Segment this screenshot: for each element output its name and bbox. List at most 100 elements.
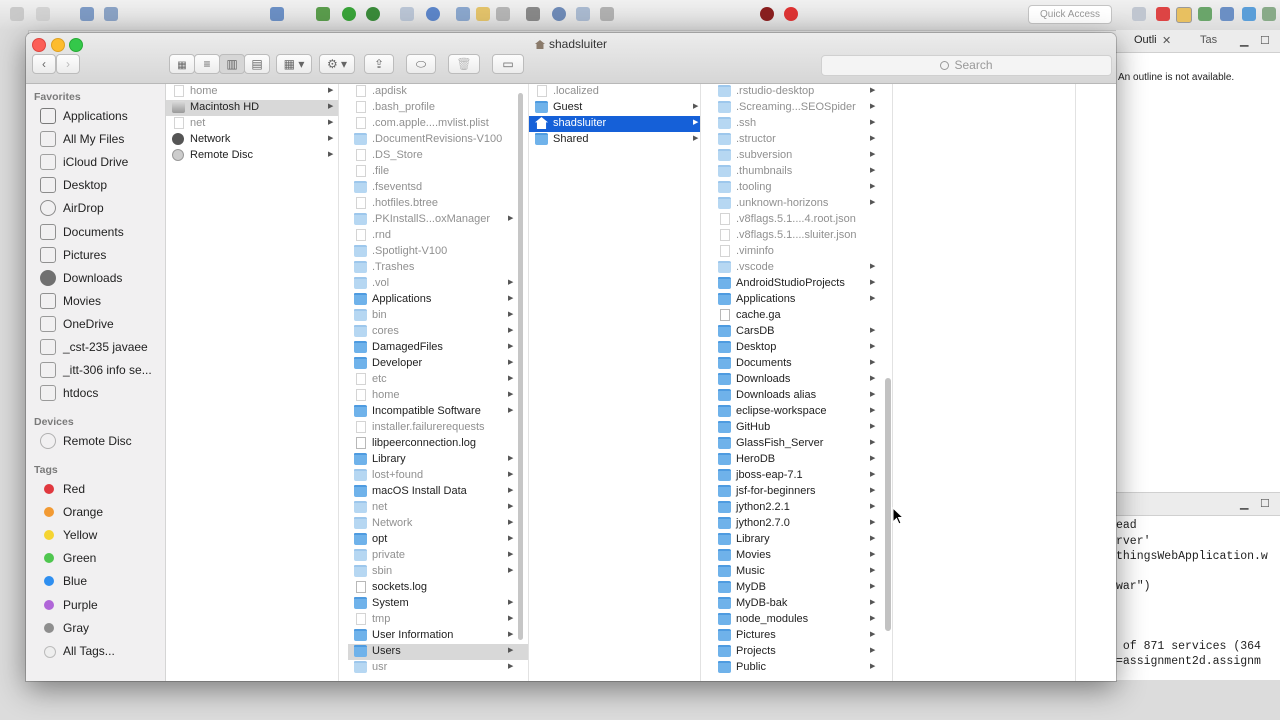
file-row[interactable]: sockets.log <box>348 580 528 596</box>
icon-view-button[interactable]: ▦ <box>169 54 195 74</box>
sidebar-item-desktop[interactable]: Desktop <box>40 175 160 195</box>
web-browser-icon[interactable] <box>552 7 566 21</box>
column-scrollbar[interactable] <box>885 378 891 631</box>
search-tool-icon[interactable] <box>496 7 510 21</box>
file-row[interactable]: net ▶ <box>166 116 338 132</box>
back-button[interactable]: ‹ <box>32 54 56 74</box>
column-scrollbar[interactable] <box>518 93 523 640</box>
resource-perspective-icon[interactable] <box>1242 7 1256 21</box>
column-view-button[interactable]: ▥ <box>219 54 245 74</box>
folder-row[interactable]: GlassFish_Server ▶ <box>712 436 884 452</box>
debug-icon[interactable] <box>316 7 330 21</box>
forward-button[interactable]: › <box>56 54 80 74</box>
folder-row[interactable]: Documents ▶ <box>712 356 884 372</box>
quick-access-input[interactable]: Quick Access <box>1028 5 1112 24</box>
file-row[interactable]: etc ▶ <box>348 372 528 388</box>
folder-row[interactable]: .Trashes <box>348 260 528 276</box>
tab-tasks[interactable]: Tas <box>1200 34 1217 46</box>
last-edit-icon[interactable] <box>600 7 614 21</box>
folder-row[interactable]: private ▶ <box>348 548 528 564</box>
folder-row[interactable]: Guest ▶ <box>529 100 700 116</box>
folder-row[interactable]: .ssh ▶ <box>712 116 884 132</box>
sidebar-item-onedrive[interactable]: OneDrive <box>40 314 160 334</box>
file-row[interactable]: .apdisk <box>348 84 528 100</box>
folder-row[interactable]: usr ▶ <box>348 660 528 676</box>
folder-row[interactable]: HeroDB ▶ <box>712 452 884 468</box>
terminal-icon[interactable] <box>80 7 94 21</box>
sidebar-item-itt-306-info-se[interactable]: _itt-306 info se... <box>40 360 160 380</box>
folder-row[interactable]: Network ▶ <box>166 132 338 148</box>
new-server-icon[interactable] <box>400 7 414 21</box>
search-input[interactable]: Search <box>821 55 1112 76</box>
file-row[interactable]: installer.failurerequests <box>348 420 528 436</box>
sidebar-item-cst-235-javaee[interactable]: _cst-235 javaee <box>40 337 160 357</box>
java-ee-perspective-icon[interactable] <box>1176 7 1192 23</box>
folder-row[interactable]: opt ▶ <box>348 532 528 548</box>
folder-row[interactable]: cores ▶ <box>348 324 528 340</box>
sidebar-item-movies[interactable]: Movies <box>40 291 160 311</box>
file-row[interactable]: .com.apple....mvlist.plist <box>348 116 528 132</box>
folder-row[interactable]: Remote Disc ▶ <box>166 148 338 164</box>
sidebar-item-htdocs[interactable]: htdocs <box>40 383 160 403</box>
sidebar-item-gray[interactable]: Gray <box>40 618 160 638</box>
folder-row[interactable]: eclipse-workspace ▶ <box>712 404 884 420</box>
sidebar-item-purple[interactable]: Purple <box>40 595 160 615</box>
folder-row[interactable]: Shared ▶ <box>529 132 700 148</box>
folder-row[interactable]: node_modules ▶ <box>712 612 884 628</box>
folder-row[interactable]: Projects ▶ <box>712 644 884 660</box>
folder-row[interactable]: .fseventsd <box>348 180 528 196</box>
folder-row[interactable]: .tooling ▶ <box>712 180 884 196</box>
folder-row[interactable]: .vol ▶ <box>348 276 528 292</box>
folder-row[interactable]: MyDB ▶ <box>712 580 884 596</box>
folder-row[interactable]: MyDB-bak ▶ <box>712 596 884 612</box>
sidebar-item-downloads[interactable]: Downloads <box>40 268 160 288</box>
maximize-icon[interactable]: ☐ <box>1260 497 1270 510</box>
file-row[interactable]: .v8flags.5.1....sluiter.json <box>712 228 884 244</box>
folder-row[interactable]: net ▶ <box>348 500 528 516</box>
folder-row[interactable]: jython2.2.1 ▶ <box>712 500 884 516</box>
folder-row[interactable]: jsf-for-beginners ▶ <box>712 484 884 500</box>
toggle-mark-icon[interactable] <box>526 7 540 21</box>
sidebar-item-airdrop[interactable]: AirDrop <box>40 198 160 218</box>
folder-row[interactable]: Applications ▶ <box>348 292 528 308</box>
open-perspective-icon[interactable] <box>1132 7 1146 21</box>
folder-row[interactable]: lost+found ▶ <box>348 468 528 484</box>
file-row[interactable]: .bash_profile <box>348 100 528 116</box>
folder-row[interactable]: .unknown-horizons ▶ <box>712 196 884 212</box>
folder-row[interactable]: Network ▶ <box>348 516 528 532</box>
pin-editor-icon[interactable] <box>576 7 590 21</box>
skip-breakpoints-icon[interactable] <box>104 7 118 21</box>
folder-row[interactable]: jython2.7.0 ▶ <box>712 516 884 532</box>
close-icon[interactable]: ✕ <box>1162 34 1171 47</box>
tab-outline[interactable]: Outli <box>1134 34 1157 46</box>
folder-row[interactable]: Macintosh HD ▶ <box>166 100 338 116</box>
sidebar-item-green[interactable]: Green <box>40 548 160 568</box>
share-button[interactable]: ⇪ <box>364 54 394 74</box>
java-perspective-icon[interactable] <box>1220 7 1234 21</box>
minimize-icon[interactable]: ▁ <box>1240 34 1248 47</box>
folder-row[interactable]: .Spotlight-V100 <box>348 244 528 260</box>
trash-button[interactable]: 🗑 <box>448 54 480 74</box>
file-row[interactable]: home ▶ <box>166 84 338 100</box>
file-row[interactable]: .rnd <box>348 228 528 244</box>
sidebar-item-blue[interactable]: Blue <box>40 571 160 591</box>
file-row[interactable]: tmp ▶ <box>348 612 528 628</box>
folder-row[interactable]: .PKInstallS...oxManager ▶ <box>348 212 528 228</box>
folder-row[interactable]: macOS Install Data ▶ <box>348 484 528 500</box>
cover-flow-button[interactable]: ▤ <box>244 54 270 74</box>
sidebar-item-red[interactable]: Red <box>40 479 160 499</box>
folder-row[interactable]: .Screaming...SEOSpider ▶ <box>712 100 884 116</box>
sidebar-item-documents[interactable]: Documents <box>40 222 160 242</box>
folder-row[interactable]: GitHub ▶ <box>712 420 884 436</box>
file-row[interactable]: .DS_Store <box>348 148 528 164</box>
arrange-button[interactable]: ▦ ▾ <box>276 54 312 74</box>
list-view-button[interactable]: ≡ <box>194 54 220 74</box>
folder-row[interactable]: Music ▶ <box>712 564 884 580</box>
folder-row[interactable]: jboss-eap-7.1 ▶ <box>712 468 884 484</box>
stop-server-icon[interactable] <box>760 7 774 21</box>
folder-row[interactable]: AndroidStudioProjects ▶ <box>712 276 884 292</box>
sidebar-item-all-tags[interactable]: All Tags... <box>40 641 160 661</box>
folder-row[interactable]: Downloads alias ▶ <box>712 388 884 404</box>
folder-row[interactable]: CarsDB ▶ <box>712 324 884 340</box>
folder-row[interactable]: sbin ▶ <box>348 564 528 580</box>
